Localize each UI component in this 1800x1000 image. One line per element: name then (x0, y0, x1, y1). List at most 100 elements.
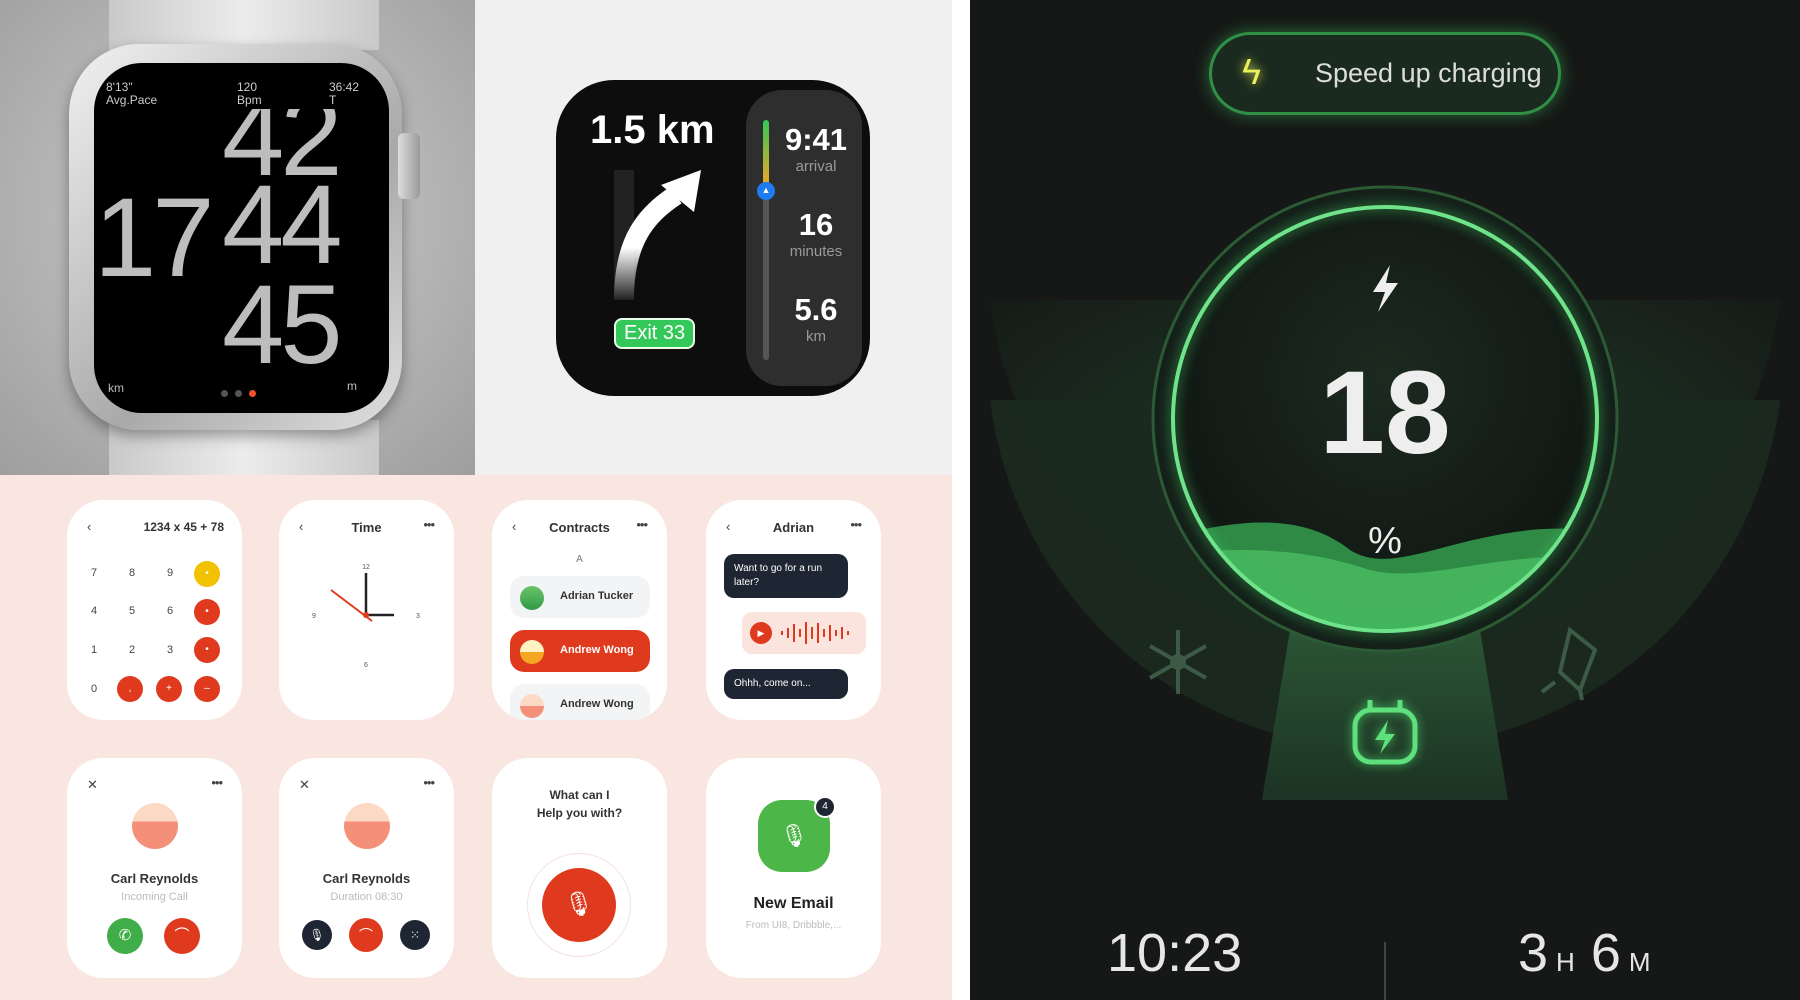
minutes-value: 6 (1590, 923, 1621, 983)
mute-button[interactable]: 🎙︎ (302, 920, 332, 950)
message-bubble: Want to go for a run later? (724, 554, 848, 598)
bpm-label: Bpm (237, 93, 262, 107)
avatar (132, 803, 178, 849)
email-title: New Email (753, 895, 834, 912)
navigation-panel: 1.5 km Exit 33 ▲ 9:41 arrival 16 minutes… (475, 0, 952, 475)
arrival-value: 9:41 (784, 122, 848, 157)
time-label: T (329, 93, 337, 107)
key-decimal[interactable]: , (117, 676, 143, 702)
caller-name: Carl Reynolds (110, 871, 199, 886)
assistant-card: What can I Help you with? 🎙︎ (492, 758, 667, 978)
clock-mark-6: 6 (364, 662, 368, 669)
key-divide[interactable]: • (194, 599, 220, 625)
clock-time: 10:23 (1107, 923, 1243, 983)
caller-name: Carl Reynolds (322, 871, 411, 886)
message-bubble: Ohhh, come on... (724, 669, 848, 699)
close-icon[interactable]: ✕ (87, 777, 98, 793)
clock-mark-3: 3 (416, 613, 420, 620)
contact-item[interactable]: Adrian Tucker (510, 576, 650, 618)
end-call-button[interactable]: ⌒ (349, 918, 383, 952)
contacts-card: ‹ Contracts ••• A Adrian Tucker Andrew W… (492, 500, 667, 720)
key-0[interactable]: 0 (87, 683, 101, 695)
key-9[interactable]: 9 (163, 567, 177, 579)
more-icon[interactable]: ••• (850, 517, 862, 532)
calc-expression: 1234 x 45 + 78 (143, 520, 224, 534)
remaining-value: 5.6 (794, 292, 838, 327)
charging-dial (990, 185, 1780, 1000)
unit-right: m (347, 379, 357, 393)
key-multiply[interactable]: • (194, 637, 220, 663)
call-duration: Duration 08:30 (330, 891, 403, 903)
phone-icon: ✆ (118, 927, 132, 944)
unit-left: km (108, 381, 124, 395)
percent-symbol: % (1368, 520, 1402, 562)
accept-call-button[interactable]: ✆ (107, 918, 143, 954)
play-icon[interactable]: ▶ (750, 622, 772, 644)
turn-right-arrow-icon (614, 170, 701, 300)
key-plus[interactable]: + (156, 676, 182, 702)
turn-distance: 1.5 km (590, 108, 715, 152)
clock-card: ‹ Time ••• 12 3 6 9 (279, 500, 454, 720)
more-icon[interactable]: ••• (211, 775, 223, 790)
digits-mid: 44 (222, 162, 343, 287)
remaining-label: km (806, 328, 826, 345)
page-indicator[interactable] (221, 384, 263, 402)
lightning-icon: ϟ (1242, 51, 1262, 92)
microphone-icon: 🎙︎ (563, 891, 595, 918)
pace-label: Avg.Pace (106, 93, 158, 107)
digits-left: 17 (94, 175, 215, 300)
contact-item-selected[interactable]: Andrew Wong (510, 630, 650, 672)
key-6[interactable]: 6 (163, 605, 177, 617)
key-3[interactable]: 3 (163, 644, 177, 656)
more-icon[interactable]: ••• (423, 775, 435, 790)
key-5[interactable]: 5 (125, 605, 139, 617)
voice-message[interactable]: ▶ (742, 612, 866, 654)
microphone-icon: 🎙︎ (780, 823, 808, 848)
chat-card: ‹ Adrian ••• Want to go for a run later?… (706, 500, 881, 720)
watch-screen: 8'13" Avg.Pace 120 Bpm 36:42 T 42 17 44 45 … (94, 63, 389, 413)
digits-bottom: 45 (222, 262, 343, 387)
key-1[interactable]: 1 (87, 644, 101, 656)
more-icon[interactable]: ••• (423, 517, 435, 532)
key-minus[interactable]: – (194, 676, 220, 702)
hang-up-icon: ⌒ (359, 927, 373, 943)
incoming-call-card: ✕ ••• Carl Reynolds Incoming Call ✆ ⌒ (67, 758, 242, 978)
key-8[interactable]: 8 (125, 567, 139, 579)
battery-percent: 18 (1319, 347, 1451, 479)
avatar (344, 803, 390, 849)
mini-apps-panel: ‹ 1234 x 45 + 78 7 8 9 4 5 6 1 2 3 0 • •… (0, 475, 952, 1000)
analog-clock: 12 3 6 9 (312, 564, 420, 669)
key-7[interactable]: 7 (87, 567, 101, 579)
clock-mark-12: 12 (362, 564, 370, 571)
arrival-label: arrival (795, 158, 837, 175)
waveform-icon (781, 622, 849, 644)
keypad-icon: ⁙ (409, 928, 421, 942)
trip-summary-panel: ▲ 9:41 arrival 16 minutes 5.6 km (746, 90, 862, 386)
progress-fill (763, 120, 769, 188)
keypad-button[interactable]: ⁙ (400, 920, 430, 950)
watch-band-top (109, 0, 379, 50)
decline-call-button[interactable]: ⌒ (164, 918, 200, 954)
clock-mark-9: 9 (312, 613, 316, 620)
voice-input-button[interactable]: 🎙︎ (542, 868, 616, 942)
more-icon[interactable]: ••• (636, 517, 648, 532)
hours-value: 3 (1518, 923, 1549, 983)
close-icon[interactable]: ✕ (299, 777, 310, 793)
back-icon[interactable]: ‹ (87, 519, 91, 534)
minutes-value: 16 (798, 207, 834, 242)
exit-sign: Exit 33 (614, 318, 696, 349)
running-watch-panel: 8'13" Avg.Pace 120 Bpm 36:42 T 42 17 44 45 … (0, 0, 475, 475)
unread-badge: 4 (814, 796, 836, 818)
assistant-prompt-line2: Help you with? (536, 806, 623, 820)
key-equals[interactable]: • (194, 561, 220, 587)
speed-up-charging-button[interactable]: ϟ Speed up charging (1209, 32, 1561, 115)
speed-up-label: Speed up charging (1315, 58, 1542, 88)
hang-up-icon: ⌒ (174, 927, 190, 944)
minutes-label: minutes (789, 243, 843, 260)
digital-crown[interactable] (398, 133, 420, 199)
key-2[interactable]: 2 (125, 644, 139, 656)
call-status: Incoming Call (121, 891, 188, 903)
email-preview: From UI8, Dribbble,... (745, 920, 842, 931)
key-4[interactable]: 4 (87, 605, 101, 617)
contact-item[interactable]: Andrew Wong (510, 684, 650, 720)
